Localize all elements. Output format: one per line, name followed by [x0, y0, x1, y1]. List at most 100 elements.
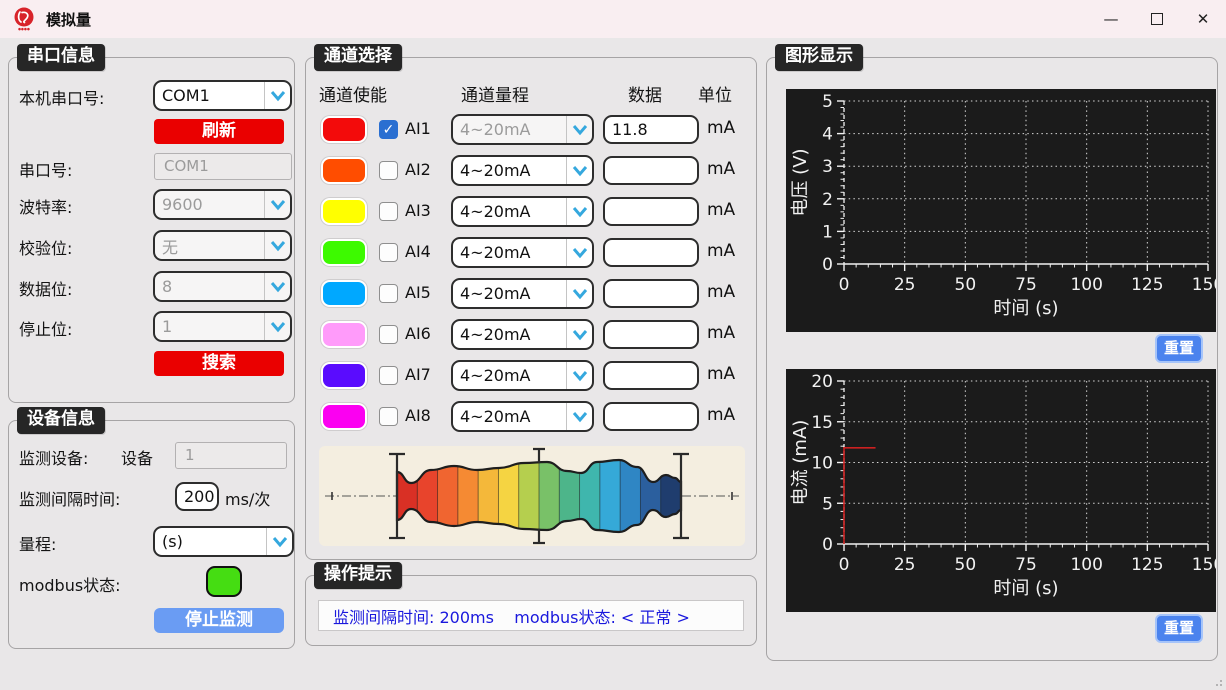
- channel-data-field[interactable]: [603, 402, 699, 431]
- maximize-button[interactable]: [1134, 0, 1180, 38]
- rainbow-flow-illustration: [319, 446, 745, 546]
- channel-row-ai5: AI5 4~20mA mA: [306, 278, 758, 309]
- channel-enable-checkbox[interactable]: [379, 284, 398, 303]
- channel-row-ai3: AI34~20mAmA: [306, 196, 758, 227]
- svg-text:电流 (mA): 电流 (mA): [790, 420, 811, 506]
- channel-unit-label: mA: [707, 241, 735, 261]
- channel-enable-checkbox[interactable]: [379, 366, 398, 385]
- maximize-icon: [1151, 13, 1163, 25]
- baud-select[interactable]: 9600: [153, 189, 292, 220]
- range-label: 量程:: [19, 531, 56, 555]
- channel-enable-checkbox[interactable]: [379, 243, 398, 262]
- graph-display-panel: 图形显示 0255075100125150012345时间 (s)电压 (V) …: [766, 57, 1218, 661]
- channel-data-field[interactable]: [603, 156, 699, 185]
- svg-text:1: 1: [822, 222, 833, 242]
- stopbits-select[interactable]: 1: [153, 311, 292, 342]
- chevron-down-icon: [567, 157, 592, 184]
- svg-text:150: 150: [1192, 555, 1216, 575]
- channel-unit-label: mA: [707, 323, 735, 343]
- chevron-down-icon: [567, 239, 592, 266]
- modbus-status-indicator: [206, 566, 242, 597]
- baud-label: 波特率:: [19, 194, 72, 218]
- serial-info-title: 串口信息: [17, 44, 105, 71]
- modbus-label: modbus状态:: [19, 572, 121, 596]
- channel-range-select[interactable]: 4~20mA: [451, 237, 594, 268]
- parity-value: 无: [155, 234, 264, 258]
- svg-text:时间 (s): 时间 (s): [993, 298, 1058, 319]
- channel-data-field[interactable]: [603, 361, 699, 390]
- channel-enable-checkbox[interactable]: [379, 407, 398, 426]
- channel-data-field[interactable]: [603, 197, 699, 226]
- svg-text:2: 2: [822, 190, 833, 210]
- channel-enable-checkbox[interactable]: [379, 161, 398, 180]
- port-label: 串口号:: [19, 157, 72, 181]
- channel-range-select[interactable]: 4~20mA: [451, 360, 594, 391]
- current-chart: 025507510012515005101520时间 (s)电流 (mA): [786, 369, 1216, 612]
- channel-data-field[interactable]: [603, 238, 699, 267]
- channel-unit-label: mA: [707, 282, 735, 302]
- channel-range-value: 4~20mA: [453, 161, 566, 180]
- svg-text:150: 150: [1192, 275, 1216, 295]
- interval-input[interactable]: 200: [175, 482, 219, 511]
- databits-select[interactable]: 8: [153, 271, 292, 302]
- minimize-button[interactable]: —: [1088, 0, 1134, 38]
- local-port-label: 本机串口号:: [19, 85, 104, 109]
- analog-monitor-window: { "window": { "title": "模拟量" }, "titleba…: [0, 0, 1226, 690]
- svg-text:10: 10: [811, 454, 833, 474]
- channel-color-swatch: [321, 403, 367, 430]
- reset-current-button[interactable]: 重置: [1155, 614, 1203, 643]
- svg-text:100: 100: [1070, 275, 1102, 295]
- channel-range-select[interactable]: 4~20mA: [451, 319, 594, 350]
- channel-enable-checkbox[interactable]: [379, 202, 398, 221]
- channel-id-label: AI6: [405, 324, 431, 343]
- channel-range-value: 4~20mA: [453, 407, 566, 426]
- channel-data-field[interactable]: [603, 279, 699, 308]
- reset-voltage-button[interactable]: 重置: [1155, 334, 1203, 363]
- titlebar: ●●●● 模拟量 — ✕: [0, 0, 1226, 38]
- channel-range-select[interactable]: 4~20mA: [451, 155, 594, 186]
- chevron-down-icon: [265, 82, 290, 109]
- baud-value: 9600: [155, 195, 264, 214]
- svg-text:125: 125: [1131, 275, 1163, 295]
- channel-id-label: AI8: [405, 406, 431, 425]
- operation-hint-panel: 操作提示 监测间隔时间: 200ms modbus状态: < 正常 >: [305, 575, 757, 646]
- channel-id-label: AI1: [405, 119, 431, 138]
- device-label: 监测设备:: [19, 445, 88, 469]
- stopbits-label: 停止位:: [19, 316, 72, 340]
- search-button[interactable]: 搜索: [154, 351, 284, 376]
- stopbits-value: 1: [155, 317, 264, 336]
- range-select[interactable]: (s): [153, 526, 294, 557]
- channel-range-select[interactable]: 4~20mA: [451, 196, 594, 227]
- svg-text:●●●●: ●●●●: [18, 27, 30, 31]
- channel-enable-checkbox[interactable]: ✓: [379, 120, 398, 139]
- svg-text:50: 50: [955, 555, 977, 575]
- svg-text:75: 75: [1015, 275, 1037, 295]
- channel-enable-checkbox[interactable]: [379, 325, 398, 344]
- channel-range-select[interactable]: 4~20mA: [451, 114, 594, 145]
- channel-id-label: AI7: [405, 365, 431, 384]
- range-value: (s): [155, 532, 266, 551]
- channel-data-field[interactable]: [603, 320, 699, 349]
- chevron-down-icon: [265, 313, 290, 340]
- parity-select[interactable]: 无: [153, 230, 292, 261]
- channel-range-value: 4~20mA: [453, 243, 566, 262]
- local-port-select[interactable]: COM1: [153, 80, 292, 111]
- channel-color-swatch: [321, 280, 367, 307]
- svg-text:20: 20: [811, 372, 833, 392]
- channel-id-label: AI5: [405, 283, 431, 302]
- refresh-button[interactable]: 刷新: [154, 119, 284, 144]
- channel-data-field[interactable]: 11.8: [603, 115, 699, 144]
- channel-range-select[interactable]: 4~20mA: [451, 278, 594, 309]
- channel-id-label: AI3: [405, 201, 431, 220]
- channel-range-select[interactable]: 4~20mA: [451, 401, 594, 432]
- channel-range-value: 4~20mA: [453, 120, 566, 139]
- channel-id-label: AI2: [405, 160, 431, 179]
- svg-text:25: 25: [894, 275, 916, 295]
- channel-range-value: 4~20mA: [453, 325, 566, 344]
- svg-text:25: 25: [894, 555, 916, 575]
- close-button[interactable]: ✕: [1180, 0, 1226, 38]
- channel-range-value: 4~20mA: [453, 202, 566, 221]
- resize-grip[interactable]: [1212, 676, 1222, 686]
- stop-monitor-button[interactable]: 停止监测: [154, 608, 284, 633]
- svg-text:5: 5: [822, 92, 833, 112]
